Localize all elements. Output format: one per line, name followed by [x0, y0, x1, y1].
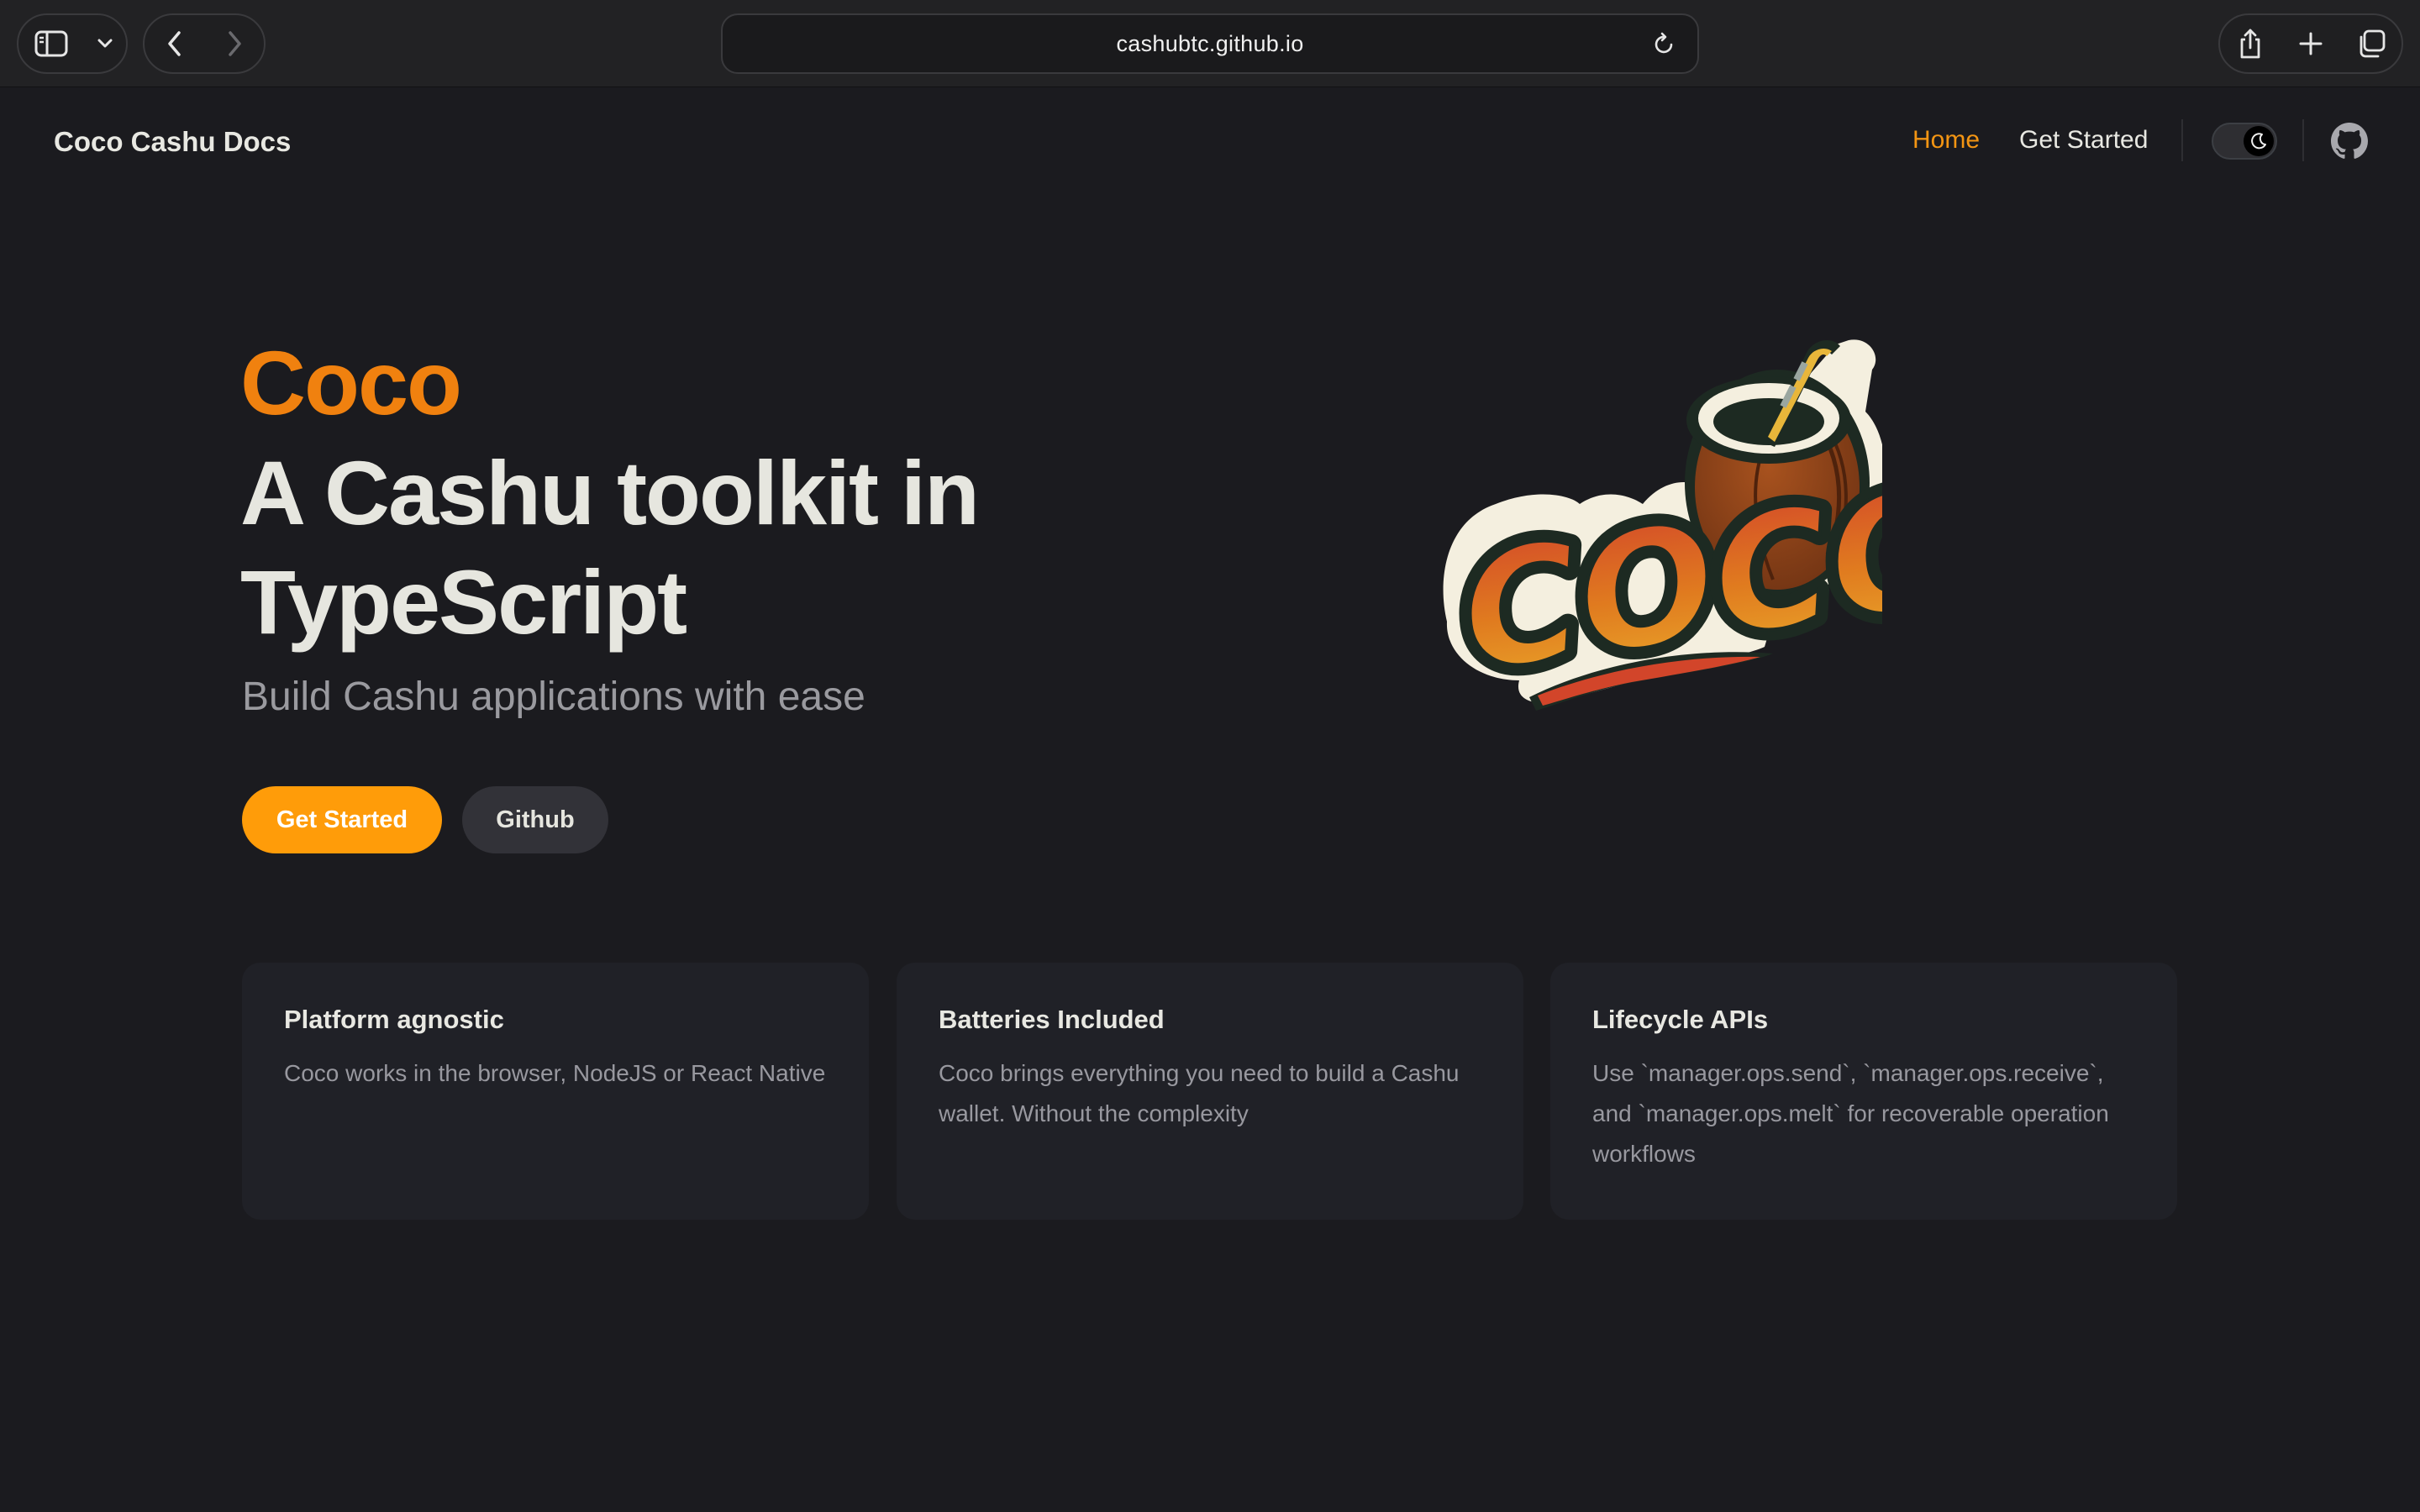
- hero-text: A Cashu toolkit in TypeScript: [240, 442, 980, 653]
- feature-details: Coco works in the browser, NodeJS or Rea…: [284, 1060, 826, 1086]
- feature-title: Platform agnostic: [284, 1005, 504, 1034]
- feature-card-batteries-included: Batteries Included Coco brings everythin…: [897, 963, 1523, 1220]
- back-button[interactable]: [145, 15, 204, 72]
- share-button[interactable]: [2220, 15, 2281, 72]
- browser-toolbar: cashubtc.github.io: [0, 0, 2420, 87]
- hero-tagline: Build Cashu applications with ease: [242, 675, 865, 719]
- dark-mode-toggle[interactable]: [2212, 123, 2277, 160]
- tabs-icon: [2360, 29, 2386, 58]
- sidebar-toggle-button[interactable]: [18, 15, 84, 72]
- back-icon: [167, 31, 181, 56]
- feature-details: Coco brings everything you need to build…: [939, 1060, 1460, 1126]
- url-text: cashubtc.github.io: [1116, 30, 1304, 56]
- sidebar-menu-button[interactable]: [84, 15, 126, 72]
- hero-name: Coco: [240, 332, 462, 433]
- feature-card-platform-agnostic: Platform agnostic Coco works in the brow…: [242, 963, 869, 1220]
- new-tab-button[interactable]: [2281, 15, 2341, 72]
- coco-logo-image: COCO COCO: [1440, 339, 1882, 718]
- plus-icon: [2299, 32, 2323, 55]
- feature-details: Use `manager.ops.send`, `manager.ops.rec…: [1592, 1060, 2109, 1167]
- github-icon: [2331, 123, 2368, 159]
- share-icon: [2240, 29, 2260, 59]
- history-nav-group: [143, 13, 266, 74]
- forward-button[interactable]: [204, 15, 264, 72]
- reload-button[interactable]: [1644, 15, 1686, 72]
- toggle-knob: [2244, 126, 2274, 156]
- tab-overview-button[interactable]: [2341, 15, 2402, 72]
- nav-link-get-started[interactable]: Get Started: [2019, 126, 2148, 155]
- forward-icon: [228, 31, 241, 56]
- site-header: Coco Cashu Docs Home Get Started: [0, 87, 2420, 195]
- sidebar-toggle-group: [17, 13, 128, 74]
- moon-icon: [2251, 133, 2266, 150]
- site-title-link[interactable]: Coco Cashu Docs: [54, 126, 291, 158]
- feature-title: Batteries Included: [939, 1005, 1165, 1034]
- github-button[interactable]: Github: [462, 786, 608, 853]
- get-started-button[interactable]: Get Started: [242, 786, 442, 853]
- nav-divider: [2181, 119, 2183, 161]
- address-bar[interactable]: cashubtc.github.io: [721, 13, 1699, 74]
- reload-icon: [1655, 32, 1673, 54]
- nav-divider: [2302, 119, 2304, 161]
- feature-title: Lifecycle APIs: [1592, 1005, 1769, 1034]
- github-link[interactable]: [2331, 123, 2368, 160]
- nav-link-home[interactable]: Home: [1912, 126, 1980, 155]
- feature-card-lifecycle-apis: Lifecycle APIs Use `manager.ops.send`, `…: [1550, 963, 2177, 1220]
- sidebar-icon: [34, 30, 68, 57]
- browser-actions-group: [2218, 13, 2403, 74]
- chevron-down-icon: [97, 39, 113, 48]
